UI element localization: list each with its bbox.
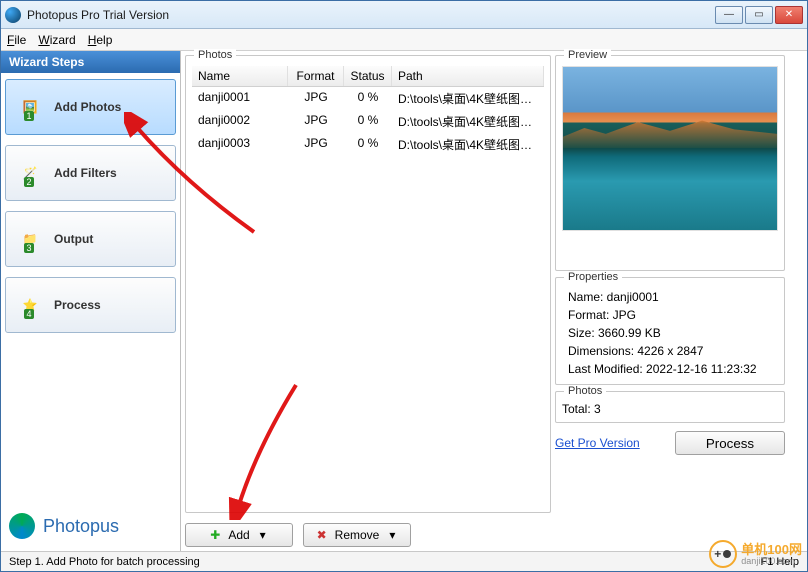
close-button[interactable]: ✕	[775, 6, 803, 24]
brand-logo: Photopus	[1, 501, 180, 551]
get-pro-link[interactable]: Get Pro Version	[555, 436, 640, 450]
preview-image	[562, 66, 778, 231]
app-icon	[5, 7, 21, 23]
cell-name: danji0001	[192, 87, 288, 110]
cell-path: D:\tools\桌面\4K壁纸图片...	[392, 133, 544, 156]
photos-count-panel: Photos Total: 3	[555, 391, 785, 423]
col-path-header[interactable]: Path	[392, 66, 544, 86]
status-text: Step 1. Add Photo for batch processing	[9, 556, 200, 568]
remove-button-label: Remove	[335, 528, 380, 542]
properties-panel: Properties Name: danji0001 Format: JPG S…	[555, 277, 785, 385]
prop-dimensions: Dimensions: 4226 x 2847	[562, 342, 778, 360]
watermark: 单机100网 danji100.com	[709, 540, 802, 568]
add-button[interactable]: ✚ Add ▾	[185, 523, 293, 547]
prop-last-modified: Last Modified: 2022-12-16 11:23:32	[562, 360, 778, 378]
properties-caption: Properties	[564, 271, 622, 283]
step-label: Process	[54, 298, 101, 312]
preview-caption: Preview	[564, 49, 611, 61]
photos-total: Total: 3	[562, 402, 778, 416]
cell-status: 0 %	[344, 133, 392, 156]
cell-status: 0 %	[344, 87, 392, 110]
prop-format: Format: JPG	[562, 306, 778, 324]
watermark-sub: danji100.com	[741, 556, 802, 566]
statusbar: Step 1. Add Photo for batch processing F…	[1, 551, 807, 571]
photos-count-caption: Photos	[564, 385, 606, 397]
plus-icon: ✚	[208, 528, 222, 542]
cell-format: JPG	[288, 133, 344, 156]
table-row[interactable]: danji0001 JPG 0 % D:\tools\桌面\4K壁纸图片...	[192, 87, 544, 110]
add-button-label: Add	[228, 528, 249, 542]
dropdown-icon: ▾	[256, 528, 270, 542]
photos-caption: Photos	[194, 49, 236, 61]
photo-icon: 🖼️1	[16, 93, 44, 121]
menu-file[interactable]: File	[7, 33, 26, 47]
star-icon: ⭐4	[16, 291, 44, 319]
preview-panel: Preview	[555, 55, 785, 271]
menu-wizard[interactable]: Wizard	[38, 33, 75, 47]
menubar: File Wizard Help	[1, 29, 807, 51]
step-label: Output	[54, 232, 93, 246]
col-status-header[interactable]: Status	[344, 66, 392, 86]
step-process[interactable]: ⭐4 Process	[5, 277, 176, 333]
window-title: Photopus Pro Trial Version	[27, 8, 715, 22]
process-button[interactable]: Process	[675, 431, 785, 455]
prop-size: Size: 3660.99 KB	[562, 324, 778, 342]
annotation-arrow	[124, 112, 264, 242]
brand-text: Photopus	[43, 516, 119, 537]
cell-status: 0 %	[344, 110, 392, 133]
maximize-button[interactable]: ▭	[745, 6, 773, 24]
filter-icon: 🪄2	[16, 159, 44, 187]
step-label: Add Filters	[54, 166, 117, 180]
remove-button[interactable]: ✖ Remove ▾	[303, 523, 411, 547]
step-label: Add Photos	[54, 100, 121, 114]
annotation-arrow	[226, 380, 316, 520]
watermark-text: 单机100网	[741, 543, 802, 556]
titlebar: Photopus Pro Trial Version — ▭ ✕	[1, 1, 807, 29]
prop-name: Name: danji0001	[562, 288, 778, 306]
delete-icon: ✖	[315, 528, 329, 542]
folder-icon: 📁3	[16, 225, 44, 253]
sidebar-header: Wizard Steps	[1, 51, 180, 73]
cell-path: D:\tools\桌面\4K壁纸图片...	[392, 110, 544, 133]
watermark-icon	[709, 540, 737, 568]
cell-format: JPG	[288, 87, 344, 110]
brand-icon	[9, 513, 35, 539]
col-format-header[interactable]: Format	[288, 66, 344, 86]
dropdown-icon: ▾	[385, 528, 399, 542]
menu-help[interactable]: Help	[88, 33, 113, 47]
cell-path: D:\tools\桌面\4K壁纸图片...	[392, 87, 544, 110]
cell-format: JPG	[288, 110, 344, 133]
minimize-button[interactable]: —	[715, 6, 743, 24]
col-name-header[interactable]: Name	[192, 66, 288, 86]
